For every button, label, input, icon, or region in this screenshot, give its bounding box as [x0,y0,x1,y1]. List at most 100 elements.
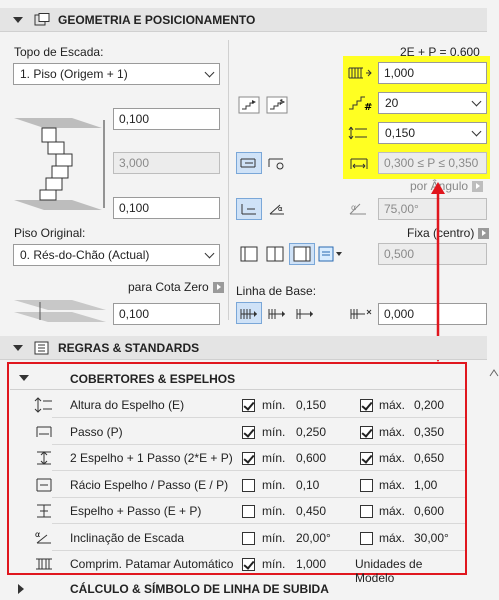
max-label: máx. [379,451,406,465]
angle-icon: α [347,198,373,220]
min-checkbox[interactable] [242,558,255,571]
riser-tread-ratio-icon [34,476,54,494]
riser-height-select[interactable]: 0,150 [378,122,487,144]
stair-up-alt-icon-button[interactable] [264,94,290,116]
svg-text:#: # [364,102,372,111]
min-value[interactable]: 0,10 [296,478,319,492]
min-checkbox[interactable] [242,531,255,545]
small-arrow-icon [478,228,490,240]
min-value[interactable]: 1,000 [296,557,326,571]
min-value[interactable]: 20,00° [296,531,331,545]
min-value[interactable]: 0,600 [296,451,326,465]
fixed-center-label[interactable]: Fixa (centro) [407,226,490,240]
risers-treads-title: COBERTORES & ESPELHOS [70,372,236,386]
baseline-right-icon-button[interactable] [292,302,318,324]
rule-row-riser-height: Altura do Espelho (E) mín. 0,150 máx. 0,200 [10,392,465,418]
stair-up-icon-button[interactable] [236,94,262,116]
tread-depth-icon [347,152,373,174]
min-checkbox[interactable] [242,425,255,439]
geometry-section-title: GEOMETRIA E POSICIONAMENTO [58,12,256,27]
min-value[interactable]: 0,450 [296,504,326,518]
min-checkbox[interactable] [242,505,255,518]
tread-auto-icon-button[interactable] [264,152,290,174]
walkline-center-icon-button[interactable] [262,243,288,265]
rule-name: Espelho + Passo (E + P) [70,504,202,518]
collapse-arrow-icon [13,344,23,351]
walkline-dropdown-icon-button[interactable] [316,243,344,265]
min-label: mín. [262,451,286,465]
rule-name: Altura do Espelho (E) [70,398,185,412]
max-label: máx. [379,477,406,492]
rule-name: 2 Espelho + 1 Passo (2*E + P) [70,451,233,465]
fixed-width-icon-button[interactable] [236,198,262,220]
riser-height-value: 0,150 [385,126,416,140]
auto-landing-length-icon [34,555,54,573]
max-checkbox[interactable] [360,531,373,545]
max-value[interactable]: 0,600 [414,504,444,518]
origin-story-select[interactable]: 0. Rés-do-Chão (Actual) [13,244,220,266]
min-checkbox[interactable] [242,452,255,465]
by-angle-label: por Ângulo [410,179,484,193]
max-checkbox[interactable] [360,399,373,412]
top-of-stair-select[interactable]: 1. Piso (Origem + 1) [13,63,220,85]
collapse-arrow-icon [13,16,23,23]
max-value[interactable]: 1,00 [414,478,437,492]
top-of-stair-label: Topo de Escada: [14,45,104,59]
min-value[interactable]: 0,250 [296,425,326,439]
walkline-right-icon-button[interactable] [289,243,315,265]
max-checkbox[interactable] [360,478,373,492]
rule-name: Rácio Espelho / Passo (E / P) [70,477,229,492]
riser-count-field[interactable]: 1,000 [378,62,487,84]
small-arrow-icon [212,282,224,294]
max-value[interactable]: 0,350 [414,425,444,439]
stair-slope-icon: α [34,529,54,547]
scrollbar[interactable] [489,366,499,566]
top-of-stair-value: 1. Piso (Origem + 1) [20,67,128,81]
max-value[interactable]: 0,200 [414,398,444,412]
max-checkbox[interactable] [360,452,373,465]
min-value[interactable]: 0,150 [296,398,326,412]
risers-treads-subheader[interactable]: COBERTORES & ESPELHOS [10,366,465,390]
small-arrow-icon [472,181,484,193]
origin-story-label: Piso Original: [14,226,86,240]
bottom-height-field[interactable]: 0,100 [113,197,220,219]
baseline-center-icon-button[interactable] [264,302,290,324]
rule-row-auto-landing-length: Comprim. Patamar Automático mín. 1,000 Unid… [10,551,465,585]
chevron-down-icon [204,67,215,78]
riser-height-icon [34,396,54,414]
tread-lock-icon-button[interactable] [236,152,262,174]
max-value[interactable]: 0,650 [414,451,444,465]
rules-section-header[interactable]: REGRAS & STANDARDS [0,336,487,360]
min-label: mín. [262,504,286,518]
calc-section-header[interactable]: CÁLCULO & SÍMBOLO DE LINHA DE SUBIDA [0,578,487,600]
origin-story-value: 0. Rés-do-Chão (Actual) [20,248,150,262]
svg-text:α: α [351,203,356,212]
zero-level-illustration [12,296,110,326]
rules-section-title: REGRAS & STANDARDS [58,340,200,355]
tread-range-field: 0,300 ≤ P ≤ 0,350 [378,152,487,174]
max-checkbox[interactable] [360,505,373,518]
rule-row-two-riser-plus-tread: 2 Espelho + 1 Passo (2*E + P) mín. 0,600 má… [10,445,465,471]
baseline-left-icon-button[interactable] [236,302,262,324]
calc-section-title: CÁLCULO & SÍMBOLO DE LINHA DE SUBIDA [70,582,329,596]
max-checkbox[interactable] [360,425,373,439]
min-label: mín. [262,557,286,571]
to-zero-level-label[interactable]: para Cota Zero [128,280,224,294]
top-height-field[interactable]: 0,100 [113,108,220,130]
min-checkbox[interactable] [242,478,255,492]
max-label: máx. [379,530,406,545]
zero-level-field[interactable]: 0,100 [113,303,220,325]
baseline-offset-icon [348,302,374,324]
walkline-left-icon-button[interactable] [236,243,262,265]
chevron-down-icon [204,248,215,259]
rule-row-stair-slope: α Inclinação de Escada mín. 20,00° máx. 30,00… [10,525,465,551]
geometry-section-header[interactable]: GEOMETRIA E POSICIONAMENTO [0,8,487,32]
min-checkbox[interactable] [242,399,255,412]
max-value[interactable]: 30,00° [414,531,449,545]
max-label: máx. [379,504,406,518]
baseline-label: Linha de Base: [236,284,317,298]
svg-text:α: α [35,530,40,539]
riser-number-select[interactable]: 20 [378,92,487,114]
geometry-icon [34,12,50,27]
angle-icon-button[interactable]: α [264,198,290,220]
